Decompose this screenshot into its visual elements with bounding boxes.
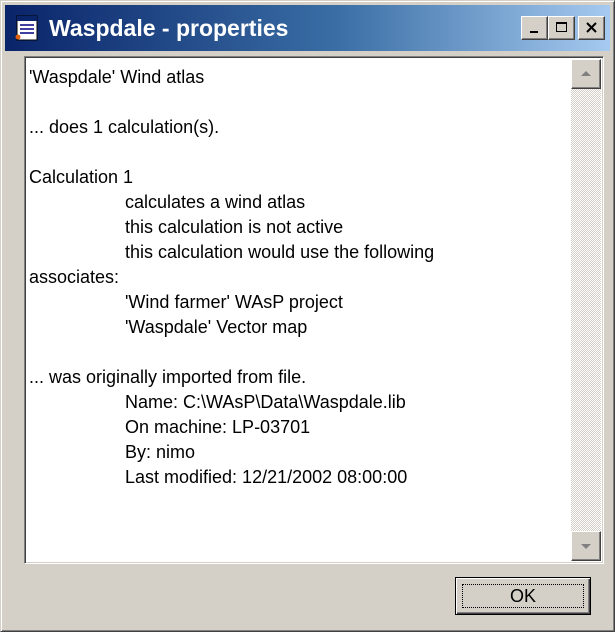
properties-document-icon[interactable] xyxy=(13,14,41,42)
text-line xyxy=(29,140,569,165)
text-line: ... was originally imported from file. xyxy=(29,367,307,387)
text-line xyxy=(29,340,569,365)
window-title: Waspdale - properties xyxy=(49,14,289,41)
text-line: Name: C:\WAsP\Data\Waspdale.lib xyxy=(125,392,406,412)
vertical-scrollbar[interactable] xyxy=(571,59,601,561)
minimize-button[interactable] xyxy=(521,16,548,40)
text-line: 'Waspdale' Vector map xyxy=(125,317,308,337)
scroll-up-arrow-icon xyxy=(581,71,591,76)
title-bar[interactable]: Waspdale - properties xyxy=(5,5,610,51)
ok-button-label: OK xyxy=(509,585,536,606)
window-controls xyxy=(521,16,605,40)
scroll-down-button[interactable] xyxy=(571,531,601,561)
text-line: On machine: LP-03701 xyxy=(125,417,311,437)
text-line xyxy=(29,90,569,115)
ok-button[interactable]: OK xyxy=(455,577,591,615)
text-line: this calculation is not active xyxy=(125,217,344,237)
text-line: Last modified: 12/21/2002 08:00:00 xyxy=(125,467,408,487)
close-icon xyxy=(585,22,597,33)
minimize-icon xyxy=(529,31,538,33)
scroll-up-button[interactable] xyxy=(571,59,601,89)
properties-text-view[interactable]: 'Waspdale' Wind atlas ... does 1 calcula… xyxy=(24,56,604,564)
text-line: Calculation 1 xyxy=(29,167,134,187)
text-line: ... does 1 calculation(s). xyxy=(29,117,220,137)
text-line: calculates a wind atlas xyxy=(125,192,306,212)
maximize-icon xyxy=(555,22,567,32)
maximize-button[interactable] xyxy=(548,16,575,40)
text-line: associates: xyxy=(29,267,120,287)
text-line: 'Waspdale' Wind atlas xyxy=(29,67,205,87)
properties-text: 'Waspdale' Wind atlas ... does 1 calcula… xyxy=(29,65,569,559)
text-line: this calculation would use the following xyxy=(125,242,435,262)
text-line: 'Wind farmer' WAsP project xyxy=(125,292,343,312)
scroll-down-arrow-icon xyxy=(581,544,591,549)
close-button[interactable] xyxy=(578,16,605,40)
text-line: By: nimo xyxy=(125,442,196,462)
properties-dialog: Waspdale - properties 'Waspdale' Wind at… xyxy=(0,0,615,632)
